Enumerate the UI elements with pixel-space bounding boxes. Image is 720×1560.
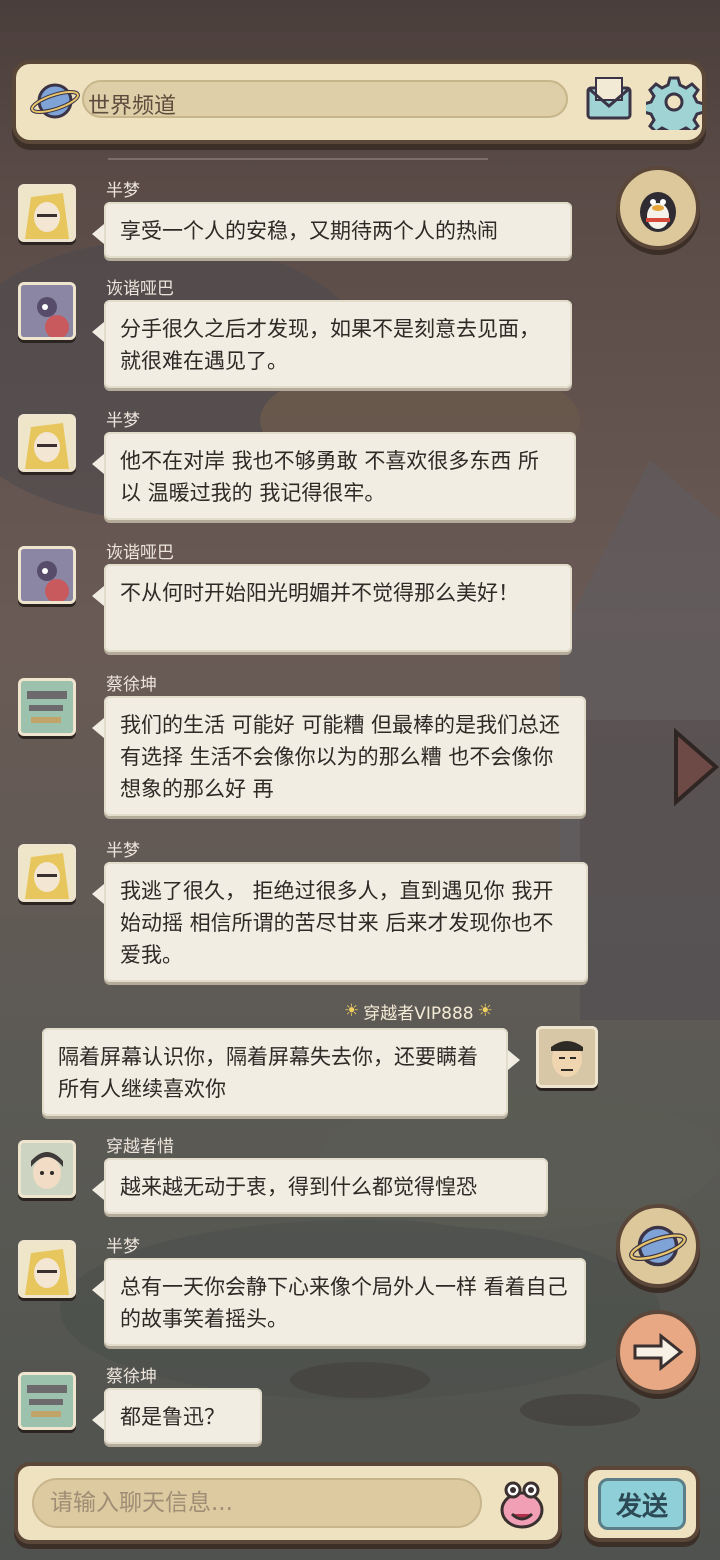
avatar[interactable] bbox=[18, 844, 76, 902]
sender-name: 半梦 bbox=[106, 411, 140, 431]
avatar[interactable] bbox=[18, 546, 76, 604]
emoji-face-icon[interactable] bbox=[494, 1476, 550, 1532]
planet-icon[interactable] bbox=[30, 78, 80, 124]
chat-input[interactable] bbox=[32, 1478, 482, 1528]
message-bubble: 我们的生活 可能好 可能糟 但最棒的是我们总还有选择 生活不会像你以为的那么糟 … bbox=[92, 696, 586, 816]
gear-icon[interactable] bbox=[646, 74, 702, 130]
sender-name: 蔡徐坤 bbox=[106, 1367, 157, 1387]
sender-name: 诙谐哑巴 bbox=[106, 543, 174, 563]
message-bubble: 分手很久之后才发现，如果不是刻意去见面，就很难在遇见了。 bbox=[92, 300, 572, 388]
message-bubble: 越来越无动于衷，得到什么都觉得惶恐 bbox=[92, 1158, 548, 1214]
sun-icon: ☀ bbox=[477, 1001, 493, 1021]
channel-selector[interactable]: 世界频道 bbox=[82, 80, 568, 119]
vip-sender-name: ☀ 穿越者VIP888 ☀ bbox=[344, 1001, 493, 1024]
sender-name: 诙谐哑巴 bbox=[106, 279, 174, 299]
world-channel-button[interactable] bbox=[616, 1204, 700, 1288]
avatar[interactable] bbox=[18, 678, 76, 736]
sender-name: 半梦 bbox=[106, 181, 140, 201]
channel-header: 世界频道 bbox=[12, 60, 706, 144]
message-bubble: 他不在对岸 我也不够勇敢 不喜欢很多东西 所以 温暖过我的 我记得很牢。 bbox=[92, 432, 576, 520]
arrow-right-icon bbox=[633, 1332, 684, 1372]
penguin-icon bbox=[640, 192, 676, 232]
message-bubble: 我逃了很久， 拒绝过很多人，直到遇见你 我开始动摇 相信所谓的苦尽甘来 后来才发… bbox=[92, 862, 588, 982]
avatar[interactable] bbox=[18, 184, 76, 242]
chat-input-bar bbox=[14, 1462, 562, 1544]
side-arrow-button[interactable] bbox=[672, 722, 720, 812]
planet-icon bbox=[629, 1225, 687, 1267]
channel-label: 世界频道 bbox=[88, 94, 177, 119]
sender-name: 蔡徐坤 bbox=[106, 675, 157, 695]
mail-icon[interactable] bbox=[582, 74, 636, 128]
avatar[interactable] bbox=[18, 1372, 76, 1430]
message-bubble: 都是鲁迅？ bbox=[92, 1388, 262, 1444]
send-label: 发送 bbox=[598, 1478, 686, 1530]
send-button[interactable]: 发送 bbox=[584, 1466, 700, 1542]
avatar[interactable] bbox=[18, 1240, 76, 1298]
avatar[interactable] bbox=[536, 1026, 598, 1088]
penguin-button[interactable] bbox=[616, 166, 700, 250]
message-bubble: 不从何时开始阳光明媚并不觉得那么美好！ bbox=[92, 564, 572, 652]
avatar[interactable] bbox=[18, 414, 76, 472]
sender-name: 半梦 bbox=[106, 1237, 140, 1257]
next-arrow-button[interactable] bbox=[616, 1310, 700, 1394]
sender-name: 半梦 bbox=[106, 841, 140, 861]
avatar[interactable] bbox=[18, 1140, 76, 1198]
sender-name: 穿越者惜 bbox=[106, 1137, 174, 1157]
avatar[interactable] bbox=[18, 282, 76, 340]
message-bubble: 总有一天你会静下心来像个局外人一样 看着自己的故事笑着摇头。 bbox=[92, 1258, 586, 1346]
sun-icon: ☀ bbox=[344, 1001, 360, 1021]
message-bubble: 享受一个人的安稳，又期待两个人的热闹 bbox=[92, 202, 572, 258]
header-divider bbox=[108, 158, 488, 160]
message-bubble: 隔着屏幕认识你，隔着屏幕失去你，还要瞒着所有人继续喜欢你 bbox=[42, 1028, 520, 1116]
